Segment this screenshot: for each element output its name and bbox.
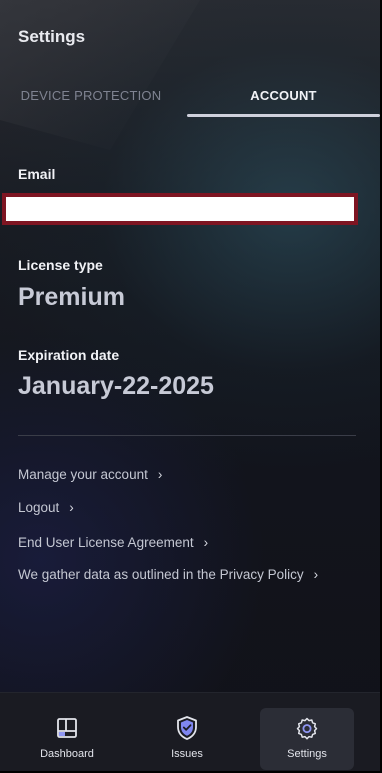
- manage-account-label: Manage your account: [18, 467, 148, 482]
- eula-link[interactable]: End User License Agreement ›: [18, 535, 208, 550]
- shield-check-icon: [174, 715, 200, 741]
- dashboard-icon: [54, 715, 80, 741]
- background-decoration: [0, 0, 200, 150]
- license-type-value: Premium: [18, 283, 125, 311]
- nav-settings[interactable]: Settings: [260, 708, 354, 770]
- nav-dashboard[interactable]: Dashboard: [20, 708, 114, 770]
- chevron-right-icon: ›: [313, 567, 319, 582]
- license-type-label: License type: [18, 257, 103, 273]
- expiration-date-value: January-22-2025: [18, 372, 214, 400]
- expiration-date-label: Expiration date: [18, 347, 120, 363]
- gear-icon: [294, 715, 320, 741]
- logout-label: Logout: [18, 500, 60, 515]
- page-title: Settings: [18, 27, 86, 46]
- active-tab-indicator: [187, 114, 380, 117]
- tab-account[interactable]: ACCOUNT: [187, 76, 380, 114]
- bottom-navigation: Dashboard Issues Settings: [0, 692, 380, 771]
- nav-issues-label: Issues: [171, 748, 203, 760]
- logout-link[interactable]: Logout ›: [18, 500, 74, 515]
- nav-issues[interactable]: Issues: [140, 708, 234, 770]
- nav-settings-label: Settings: [287, 748, 327, 760]
- chevron-right-icon: ›: [157, 467, 163, 482]
- eula-label: End User License Agreement: [18, 535, 194, 550]
- chevron-right-icon: ›: [69, 500, 74, 515]
- section-divider: [18, 435, 356, 436]
- privacy-policy-label: We gather data as outlined in the Privac…: [18, 567, 304, 582]
- nav-dashboard-label: Dashboard: [40, 748, 94, 760]
- chevron-right-icon: ›: [203, 535, 209, 550]
- tab-device-protection[interactable]: DEVICE PROTECTION: [0, 76, 182, 114]
- settings-tabs: DEVICE PROTECTION ACCOUNT: [0, 76, 380, 117]
- manage-account-link[interactable]: Manage your account ›: [18, 467, 162, 482]
- email-label: Email: [18, 166, 56, 182]
- settings-screen: Settings DEVICE PROTECTION ACCOUNT Email…: [0, 0, 382, 773]
- privacy-policy-link[interactable]: We gather data as outlined in the Privac…: [18, 567, 318, 582]
- email-value-field: [2, 193, 358, 225]
